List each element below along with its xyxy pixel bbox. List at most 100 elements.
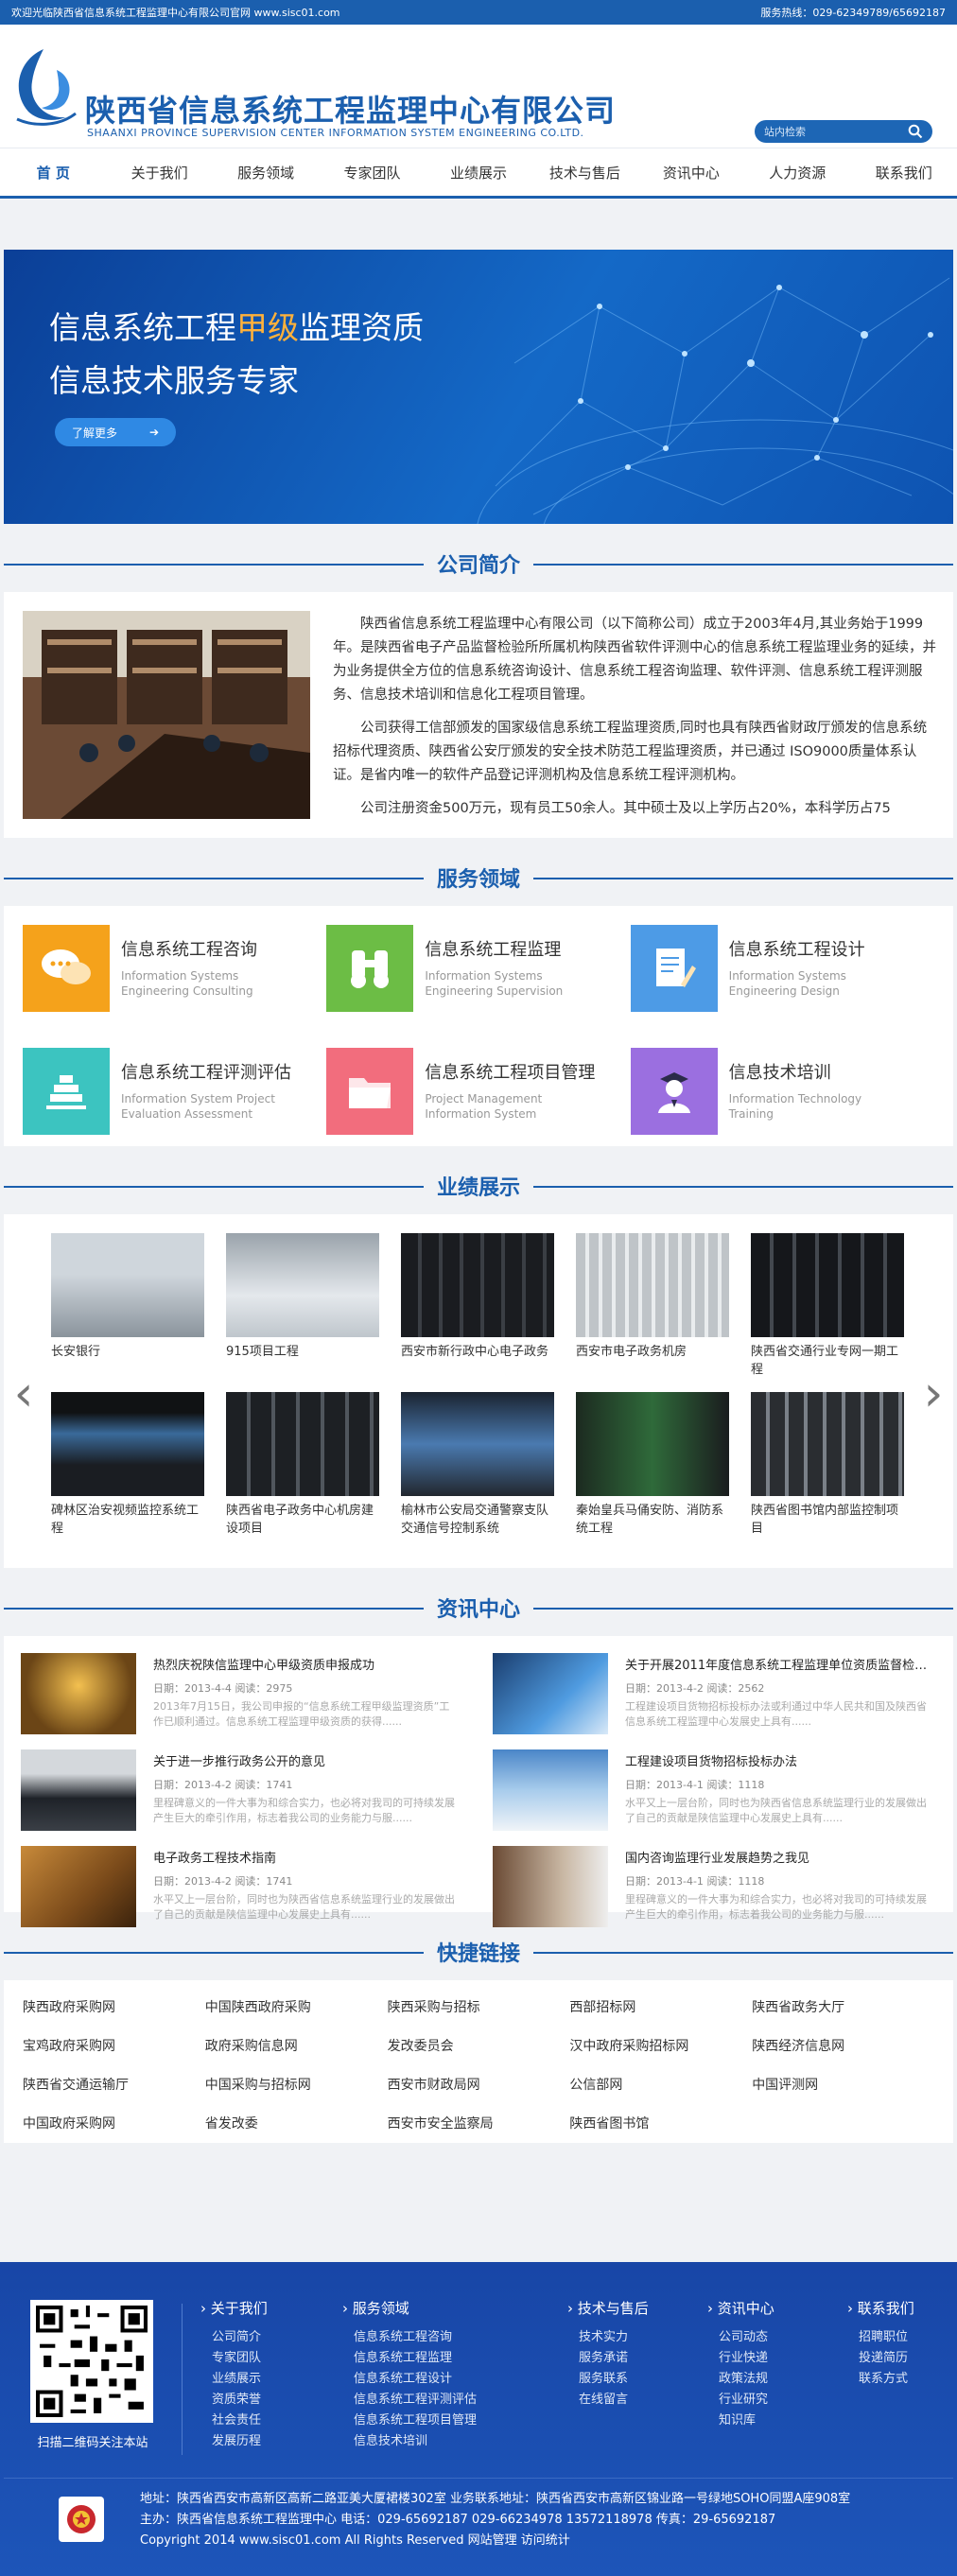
work-item[interactable]: 陕西省图书馆内部监控制项目 bbox=[751, 1392, 904, 1541]
footer-link[interactable]: 行业研究 bbox=[719, 2390, 774, 2411]
search-icon[interactable] bbox=[908, 124, 923, 139]
quick-link[interactable]: 西安市安全监察局 bbox=[388, 2114, 570, 2135]
police-badge-icon[interactable] bbox=[59, 2497, 104, 2542]
footer-col-about: 关于我们 公司简介 专家团队 业绩展示 资质荣誉 社会责任 发展历程 bbox=[200, 2298, 268, 2452]
quick-link[interactable]: 陕西省政务大厅 bbox=[752, 1997, 934, 2019]
work-item[interactable]: 碑林区治安视频监控系统工程 bbox=[51, 1392, 204, 1541]
search-input[interactable] bbox=[764, 125, 908, 138]
arrow-right-icon: ➔ bbox=[148, 426, 159, 439]
footer-link[interactable]: 信息系统工程评测评估 bbox=[354, 2390, 477, 2411]
work-item[interactable]: 榆林市公安局交通警察支队交通信号控制系统 bbox=[401, 1392, 554, 1541]
binoculars-icon bbox=[326, 925, 414, 1012]
footer-link[interactable]: 公司动态 bbox=[719, 2327, 774, 2348]
learn-more-button[interactable]: 了解更多 ➔ bbox=[55, 418, 176, 446]
nav-support[interactable]: 技术与售后 bbox=[531, 148, 637, 196]
work-item[interactable]: 西安市新行政中心电子政务 bbox=[401, 1233, 554, 1383]
footer-rule bbox=[4, 2478, 953, 2479]
footer-link[interactable]: 投递简历 bbox=[859, 2348, 914, 2369]
section-title-links: 快捷链接 bbox=[0, 1933, 957, 1971]
service-item[interactable]: 信息系统工程评测评估 Information System Project Eval… bbox=[23, 1048, 326, 1146]
footer-link[interactable]: 招聘职位 bbox=[859, 2327, 914, 2348]
footer-link[interactable]: 信息系统工程咨询 bbox=[354, 2327, 477, 2348]
footer-link[interactable]: 政策法规 bbox=[719, 2369, 774, 2390]
quick-link[interactable]: 中国陕西政府采购 bbox=[205, 1997, 388, 2019]
quick-link[interactable]: 陕西省图书馆 bbox=[569, 2114, 752, 2135]
news-item[interactable]: 工程建设项目货物招标投标办法 日期：2013-4-1 阅读：1118 水平又上一层台… bbox=[493, 1749, 936, 1835]
folder-icon bbox=[326, 1048, 414, 1135]
nav-home[interactable]: 首 页 bbox=[0, 148, 106, 196]
footer-divider bbox=[182, 2304, 183, 2455]
quick-link[interactable]: 西部招标网 bbox=[569, 1997, 752, 2019]
footer-link[interactable]: 信息系统工程项目管理 bbox=[354, 2411, 477, 2431]
service-item[interactable]: 信息系统工程监理 Information Systems Engineering S… bbox=[326, 925, 630, 1023]
footer-link[interactable]: 发展历程 bbox=[212, 2431, 268, 2452]
quick-link[interactable]: 陕西省交通运输厅 bbox=[23, 2075, 205, 2097]
quick-link[interactable]: 陕西经济信息网 bbox=[752, 2036, 934, 2058]
footer-link[interactable]: 联系方式 bbox=[859, 2369, 914, 2390]
nav-experts[interactable]: 专家团队 bbox=[319, 148, 425, 196]
site-search bbox=[755, 120, 932, 143]
quick-link[interactable]: 中国政府采购网 bbox=[23, 2114, 205, 2135]
footer-link[interactable]: 社会责任 bbox=[212, 2411, 268, 2431]
carousel-next-button[interactable]: › bbox=[919, 1366, 948, 1422]
top-bar: 欢迎光临陕西省信息系统工程监理中心有限公司官网 www.sisc01.com 服… bbox=[0, 0, 957, 25]
footer-link[interactable]: 行业快递 bbox=[719, 2348, 774, 2369]
footer-link[interactable]: 信息系统工程监理 bbox=[354, 2348, 477, 2369]
news-item[interactable]: 关于进一步推行政务公开的意见 日期：2013-4-2 阅读：1741 里程碑意义的一… bbox=[21, 1749, 464, 1835]
footer-link[interactable]: 公司简介 bbox=[212, 2327, 268, 2348]
quick-link[interactable]: 政府采购信息网 bbox=[205, 2036, 388, 2058]
service-item[interactable]: 信息技术培训 Information Technology Training bbox=[630, 1048, 934, 1146]
service-item[interactable]: 信息系统工程项目管理 Project Management Information … bbox=[326, 1048, 630, 1146]
footer-info: 地址：陕西省西安市高新区高新二路亚美大厦裙楼302室 业务联系地址：陕西省西安市… bbox=[140, 2489, 850, 2551]
footer-address: 地址：陕西省西安市高新区高新二路亚美大厦裙楼302室 业务联系地址：陕西省西安市… bbox=[140, 2492, 851, 2506]
work-item[interactable]: 长安银行 bbox=[51, 1233, 204, 1383]
quick-link[interactable]: 中国采购与招标网 bbox=[205, 2075, 388, 2097]
nav-works[interactable]: 业绩展示 bbox=[426, 148, 531, 196]
footer-link[interactable]: 服务联系 bbox=[579, 2369, 649, 2390]
service-item[interactable]: 信息系统工程设计 Information Systems Engineering D… bbox=[630, 925, 934, 1023]
work-item[interactable]: 秦始皇兵马俑安防、消防系统工程 bbox=[576, 1392, 729, 1541]
nav-about[interactable]: 关于我们 bbox=[106, 148, 212, 196]
works-grid: 长安银行 915项目工程 西安市新行政中心电子政务 西安市电子政务机房 陕西省交… bbox=[51, 1233, 912, 1541]
news-item[interactable]: 国内咨询监理行业发展趋势之我见 日期：2013-4-1 阅读：1118 里程碑意义的… bbox=[493, 1846, 936, 1931]
quick-link[interactable]: 发改委员会 bbox=[388, 2036, 570, 2058]
banner-subheadline: 信息技术服务专家 bbox=[49, 362, 299, 399]
footer-link[interactable]: 服务承诺 bbox=[579, 2348, 649, 2369]
quick-link[interactable]: 汉中政府采购招标网 bbox=[569, 2036, 752, 2058]
company-logo-icon[interactable] bbox=[8, 44, 79, 129]
news-item[interactable]: 关于开展2011年度信息系统工程监理单位资质监督检查工作的通知日期：2013-4… bbox=[493, 1653, 936, 1738]
service-item[interactable]: 信息系统工程咨询 Information Systems Engineering C… bbox=[23, 925, 326, 1023]
footer-link[interactable]: 业绩展示 bbox=[212, 2369, 268, 2390]
footer-link[interactable]: 在线留言 bbox=[579, 2390, 649, 2411]
footer-link[interactable]: 信息系统工程设计 bbox=[354, 2369, 477, 2390]
footer-link[interactable]: 资质荣誉 bbox=[212, 2390, 268, 2411]
footer-link[interactable]: 专家团队 bbox=[212, 2348, 268, 2369]
section-title-news: 资讯中心 bbox=[0, 1589, 957, 1627]
news-item[interactable]: 热烈庆祝陕信监理中心甲级资质申报成功 日期：2013-4-4 阅读：2975 201… bbox=[21, 1653, 464, 1738]
quick-link[interactable]: 陕西采购与招标 bbox=[388, 1997, 570, 2019]
footer-host: 主办：陕西省信息系统工程监理中心 电话：029-65692187 029-662… bbox=[140, 2513, 776, 2527]
nav-services[interactable]: 服务领域 bbox=[213, 148, 319, 196]
news-panel: 热烈庆祝陕信监理中心甲级资质申报成功 日期：2013-4-4 阅读：2975 201… bbox=[4, 1636, 953, 1927]
footer-link[interactable]: 技术实力 bbox=[579, 2327, 649, 2348]
work-item[interactable]: 915项目工程 bbox=[226, 1233, 379, 1383]
work-photo bbox=[576, 1233, 729, 1337]
nav-hr[interactable]: 人力资源 bbox=[744, 148, 850, 196]
news-item[interactable]: 电子政务工程技术指南 日期：2013-4-2 阅读：1741 水平又上一层台阶，同时… bbox=[21, 1846, 464, 1931]
footer-link[interactable]: 知识库 bbox=[719, 2411, 774, 2431]
nav-contact[interactable]: 联系我们 bbox=[851, 148, 957, 196]
footer-link[interactable]: 信息技术培训 bbox=[354, 2431, 477, 2452]
work-item[interactable]: 西安市电子政务机房 bbox=[576, 1233, 729, 1383]
quick-link[interactable]: 中国评测网 bbox=[752, 2075, 934, 2097]
quick-link[interactable]: 省发改委 bbox=[205, 2114, 388, 2135]
carousel-prev-button[interactable]: ‹ bbox=[9, 1366, 38, 1422]
work-item[interactable]: 陕西省交通行业专网一期工程 bbox=[751, 1233, 904, 1383]
quick-link[interactable]: 陕西政府采购网 bbox=[23, 1997, 205, 2019]
quick-link[interactable]: 西安市财政局网 bbox=[388, 2075, 570, 2097]
work-item[interactable]: 陕西省电子政务中心机房建设项目 bbox=[226, 1392, 379, 1541]
work-photo bbox=[751, 1392, 904, 1496]
nav-news[interactable]: 资讯中心 bbox=[638, 148, 744, 196]
quick-link[interactable]: 公信部网 bbox=[569, 2075, 752, 2097]
law-gavel-photo bbox=[21, 1846, 136, 1927]
quick-link[interactable]: 宝鸡政府采购网 bbox=[23, 2036, 205, 2058]
